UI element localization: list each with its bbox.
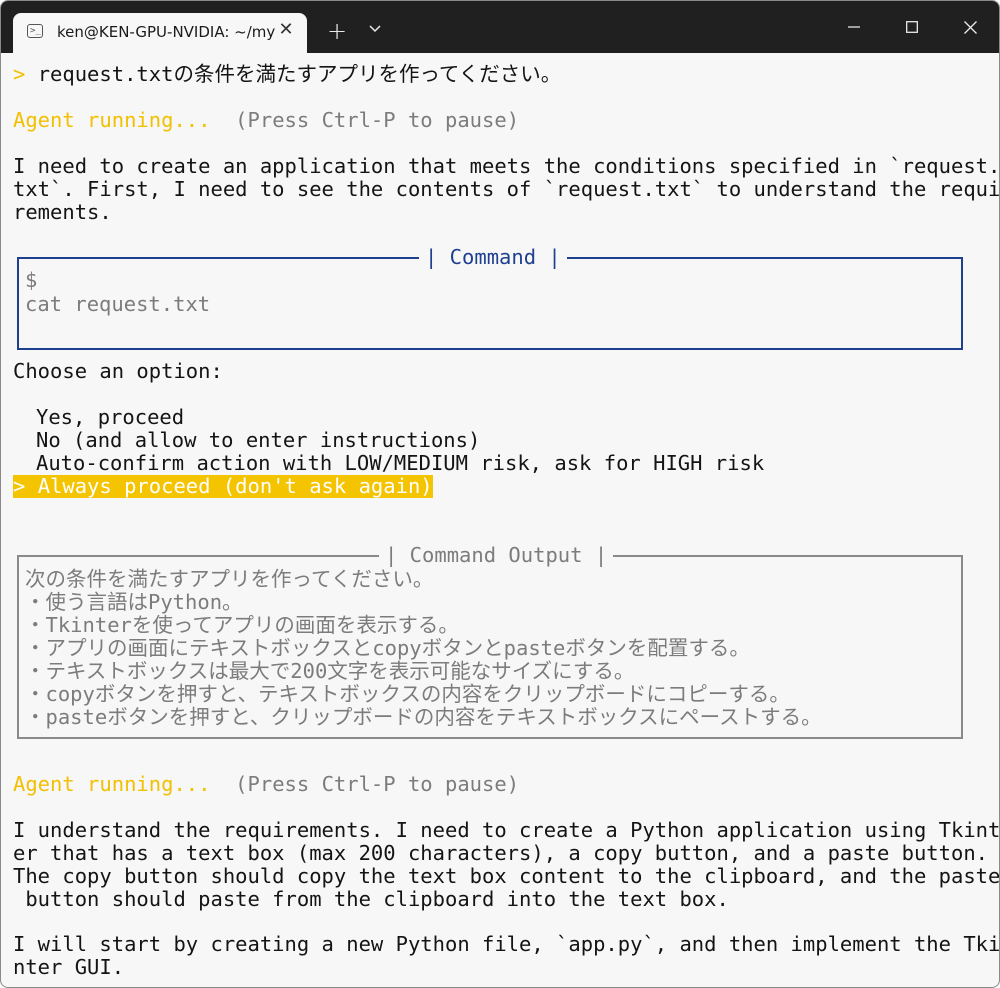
- selected-marker: >: [13, 474, 26, 498]
- option-no-instructions[interactable]: No (and allow to enter instructions): [36, 429, 480, 452]
- option-yes-proceed[interactable]: Yes, proceed: [36, 406, 184, 429]
- agent-message-line: I need to create an application that mee…: [13, 154, 1000, 178]
- output-line: ・テキストボックスは最大で200文字を表示可能なサイズにする。: [25, 659, 635, 683]
- agent-status-line-2: Agent running... (Press Ctrl-P to pause): [13, 773, 519, 796]
- command-output-box: | Command Output | 次の条件を満たすアプリを作ってください。 …: [17, 544, 963, 739]
- close-icon: [963, 21, 977, 34]
- dropdown-button[interactable]: [357, 13, 393, 49]
- choose-option-prompt: Choose an option:: [13, 359, 223, 383]
- command-text: cat request.txt: [25, 292, 211, 316]
- agent-message-line: txt`. First, I need to see the contents …: [13, 177, 1000, 201]
- terminal-tab[interactable]: >_ ken@KEN-GPU-NVIDIA: ~/my ✕: [13, 13, 307, 53]
- option-always-proceed-selected[interactable]: > Always proceed (don't ask again): [13, 475, 433, 498]
- title-bar: >_ ken@KEN-GPU-NVIDIA: ~/my ✕ +: [1, 1, 999, 53]
- option-auto-confirm[interactable]: Auto-confirm action with LOW/MEDIUM risk…: [36, 452, 764, 475]
- command-output-label: | Command Output |: [379, 544, 614, 567]
- maximize-button[interactable]: [883, 1, 941, 53]
- tab-title: ken@KEN-GPU-NVIDIA: ~/my: [57, 23, 276, 41]
- command-dollar: $: [25, 268, 38, 292]
- minimize-button[interactable]: [825, 1, 883, 53]
- pause-hint: (Press Ctrl-P to pause): [235, 772, 520, 796]
- output-line: ・アプリの画面にテキストボックスとcopyボタンとpasteボタンを配置する。: [25, 636, 750, 660]
- command-box-label: | Command |: [419, 246, 567, 269]
- agent-message-line: button should paste from the clipboard i…: [13, 887, 729, 911]
- agent-running-text: Agent running...: [13, 108, 211, 132]
- user-prompt-line: > request.txtの条件を満たすアプリを作ってください。: [13, 63, 561, 86]
- terminal-window: >_ ken@KEN-GPU-NVIDIA: ~/my ✕ + > reques…: [0, 0, 1000, 988]
- agent-message-line: rements.: [13, 200, 112, 224]
- prompt-arrow: >: [13, 62, 26, 86]
- output-line: 次の条件を満たすアプリを作ってください。: [25, 567, 434, 591]
- new-tab-button[interactable]: +: [319, 13, 355, 49]
- command-box: | Command | $ cat request.txt: [17, 246, 963, 350]
- output-line: ・pasteボタンを押すと、クリップボードの内容をテキストボックスにペーストする…: [25, 705, 822, 729]
- terminal-icon: >_: [27, 24, 43, 38]
- close-tab-icon[interactable]: ✕: [273, 17, 299, 43]
- agent-message-line: The copy button should copy the text box…: [13, 864, 1000, 888]
- chevron-down-icon: [369, 25, 381, 33]
- close-window-button[interactable]: [941, 1, 999, 53]
- maximize-icon: [906, 21, 918, 33]
- agent-message-line: I will start by creating a new Python fi…: [13, 932, 1000, 956]
- agent-status-line-1: Agent running... (Press Ctrl-P to pause): [13, 109, 519, 132]
- agent-running-text: Agent running...: [13, 772, 211, 796]
- output-line: ・Tkinterを使ってアプリの画面を表示する。: [25, 613, 459, 637]
- pause-hint: (Press Ctrl-P to pause): [235, 108, 520, 132]
- agent-message-line: nter GUI.: [13, 955, 125, 979]
- agent-message-line: I understand the requirements. I need to…: [13, 818, 1000, 842]
- output-line: ・copyボタンを押すと、テキストボックスの内容をクリップボードにコピーする。: [25, 682, 790, 706]
- output-line: ・使う言語はPython。: [25, 590, 243, 614]
- agent-message-line: er that has a text box (max 200 characte…: [13, 841, 989, 865]
- minimize-icon: [848, 26, 860, 28]
- option-always-proceed-label: Always proceed (don't ask again): [37, 474, 433, 498]
- user-request: request.txtの条件を満たすアプリを作ってください。: [37, 62, 562, 86]
- terminal-content[interactable]: > request.txtの条件を満たすアプリを作ってください。 Agent r…: [1, 53, 999, 987]
